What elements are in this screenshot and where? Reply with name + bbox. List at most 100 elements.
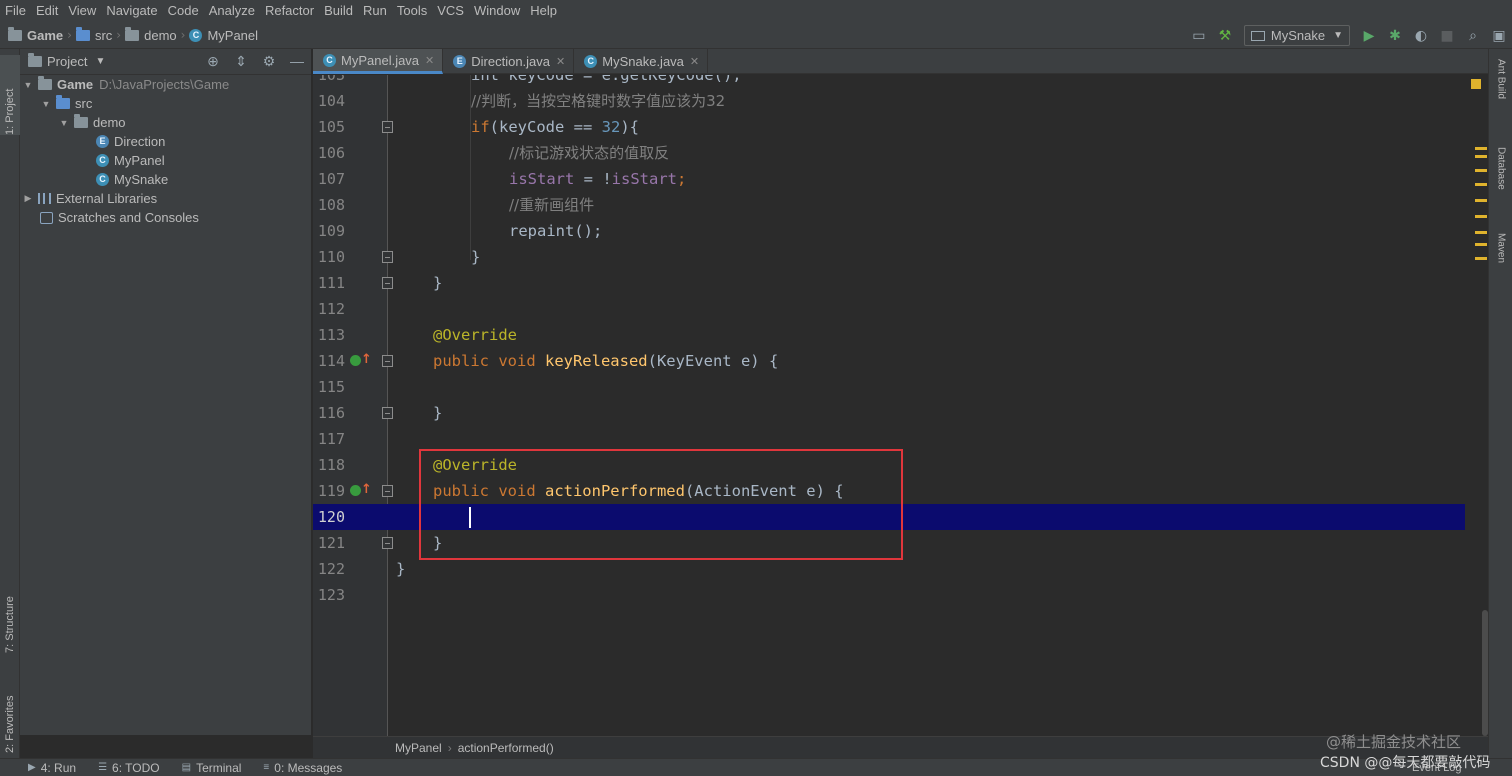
tool-tab-terminal[interactable]: ▤ Terminal — [182, 761, 242, 775]
tree-item-direction[interactable]: E Direction — [20, 132, 165, 151]
menu-tools[interactable]: Tools — [392, 0, 432, 22]
warning-mark[interactable] — [1475, 243, 1487, 246]
code-line[interactable]: 116 } — [313, 400, 1488, 426]
tree-item-external-libraries[interactable]: ▶ External Libraries — [20, 189, 158, 208]
code-line[interactable]: 105 if(keyCode == 32){ — [313, 114, 1488, 140]
code-line[interactable]: 115 — [313, 374, 1488, 400]
menu-file[interactable]: File — [0, 0, 31, 22]
tool-tab-favorites[interactable]: 2: Favorites — [0, 669, 20, 753]
code-line[interactable]: 114 ↑ public void keyReleased(KeyEvent e… — [313, 348, 1488, 374]
search-icon[interactable]: ⌕ — [1460, 22, 1486, 49]
tool-tab-database[interactable]: Database — [1491, 147, 1511, 211]
debug-icon[interactable]: ✱ — [1382, 22, 1408, 49]
tree-item-src[interactable]: ▼ src — [20, 94, 92, 113]
tool-tab-run[interactable]: ▶ 4: Run — [28, 761, 76, 775]
expand-arrow-icon[interactable]: ▼ — [58, 118, 70, 128]
warning-mark[interactable] — [1475, 199, 1487, 202]
menu-vcs[interactable]: VCS — [432, 0, 469, 22]
fold-marker-icon[interactable] — [382, 355, 393, 367]
collapse-all-icon[interactable]: ⇕ — [227, 53, 255, 70]
implements-method-icon[interactable] — [350, 485, 361, 496]
breadcrumb-src[interactable]: src — [75, 26, 112, 43]
tab-mysnake[interactable]: C MySnake.java ✕ — [574, 49, 709, 74]
fold-marker-icon[interactable] — [382, 277, 393, 289]
breadcrumb-mypanel[interactable]: C MyPanel — [189, 28, 258, 43]
code-line[interactable]: 111 } — [313, 270, 1488, 296]
warning-mark[interactable] — [1475, 215, 1487, 218]
run-icon[interactable]: ▶ — [1356, 22, 1382, 49]
chevron-down-icon[interactable]: ▼ — [95, 56, 105, 67]
tab-mypanel[interactable]: C MyPanel.java ✕ — [313, 49, 444, 74]
code-line[interactable]: 110 } — [313, 244, 1488, 270]
code-line[interactable]: 107 isStart = !isStart; — [313, 166, 1488, 192]
hide-icon[interactable]: — — [283, 53, 311, 70]
menu-help[interactable]: Help — [525, 0, 562, 22]
code-line[interactable]: 113 @Override — [313, 322, 1488, 348]
fold-marker-icon[interactable] — [382, 121, 393, 133]
code-line[interactable]: 108 //重新画组件 — [313, 192, 1488, 218]
menu-view[interactable]: View — [63, 0, 101, 22]
tool-tab-ant-build[interactable]: Ant Build — [1491, 59, 1511, 123]
breadcrumb-method[interactable]: actionPerformed() — [458, 741, 554, 755]
warning-mark[interactable] — [1475, 257, 1487, 260]
code-line[interactable]: 103 int keyCode = e.getKeyCode(); — [313, 75, 1488, 88]
menu-navigate[interactable]: Navigate — [101, 0, 162, 22]
tool-tab-project[interactable]: 1: Project — [0, 55, 20, 135]
fold-marker-icon[interactable] — [382, 537, 393, 549]
tree-item-game[interactable]: ▼ Game D:\JavaProjects\Game — [20, 75, 229, 94]
implements-method-icon[interactable] — [350, 355, 361, 366]
menu-refactor[interactable]: Refactor — [260, 0, 319, 22]
close-icon[interactable]: ✕ — [556, 55, 565, 68]
tool-tab-messages[interactable]: ≡ 0: Messages — [263, 761, 342, 775]
coverage-icon[interactable]: ◐ — [1408, 22, 1434, 49]
warning-mark[interactable] — [1475, 147, 1487, 150]
warning-mark[interactable] — [1475, 155, 1487, 158]
locate-icon[interactable]: ⊕ — [199, 53, 227, 70]
line-number: 116 — [317, 404, 345, 422]
warning-mark[interactable] — [1475, 231, 1487, 234]
tool-tab-structure[interactable]: 7: Structure — [0, 569, 20, 653]
fold-marker-icon[interactable] — [382, 407, 393, 419]
tool-tab-maven[interactable]: Maven — [1491, 233, 1511, 283]
gear-icon[interactable]: ⚙ — [255, 53, 283, 70]
code-editor[interactable]: 103 int keyCode = e.getKeyCode(); 104 //… — [313, 75, 1488, 736]
stop-icon[interactable]: ■ — [1434, 22, 1460, 49]
code-line[interactable]: 109 repaint(); — [313, 218, 1488, 244]
warning-mark[interactable] — [1475, 183, 1487, 186]
menu-analyze[interactable]: Analyze — [204, 0, 260, 22]
project-view-select[interactable]: Project — [47, 54, 87, 69]
warning-status-icon[interactable] — [1471, 79, 1481, 89]
tree-item-demo[interactable]: ▼ demo — [20, 113, 126, 132]
tool-tab-todo[interactable]: ☰ 6: TODO — [98, 761, 160, 775]
fold-marker-icon[interactable] — [382, 251, 393, 263]
code-text: int keyCode = e.getKeyCode(); — [471, 75, 742, 84]
breadcrumb-demo[interactable]: demo — [125, 26, 177, 43]
warning-mark[interactable] — [1475, 169, 1487, 172]
tree-item-mypanel[interactable]: C MyPanel — [20, 151, 165, 170]
breadcrumb-game[interactable]: Game — [8, 26, 63, 43]
menu-code[interactable]: Code — [163, 0, 204, 22]
tab-direction[interactable]: E Direction.java ✕ — [443, 49, 575, 74]
run-anything-icon[interactable]: ▭ — [1186, 22, 1212, 49]
expand-arrow-icon[interactable]: ▶ — [22, 193, 34, 204]
tool-tab-label: 0: Messages — [274, 760, 343, 775]
build-hammer-icon[interactable]: ⚒ — [1212, 22, 1238, 49]
menu-window[interactable]: Window — [469, 0, 525, 22]
menu-build[interactable]: Build — [319, 0, 358, 22]
close-icon[interactable]: ✕ — [690, 55, 699, 68]
code-line[interactable]: 112 — [313, 296, 1488, 322]
expand-arrow-icon[interactable]: ▼ — [22, 80, 34, 90]
run-configuration-select[interactable]: MySnake ▼ — [1243, 25, 1350, 46]
code-line[interactable]: 123 — [313, 582, 1488, 608]
tree-item-mysnake[interactable]: C MySnake — [20, 170, 168, 189]
code-line[interactable]: 104 //判断，当按空格键时数字值应该为32 — [313, 88, 1488, 114]
menu-run[interactable]: Run — [358, 0, 392, 22]
fold-marker-icon[interactable] — [382, 485, 393, 497]
breadcrumb-class[interactable]: MyPanel — [395, 741, 442, 755]
project-structure-icon[interactable]: ▣ — [1486, 22, 1512, 49]
code-line[interactable]: 106 //标记游戏状态的值取反 — [313, 140, 1488, 166]
menu-edit[interactable]: Edit — [31, 0, 63, 22]
close-icon[interactable]: ✕ — [425, 54, 434, 67]
tree-item-scratches[interactable]: Scratches and Consoles — [20, 208, 199, 227]
expand-arrow-icon[interactable]: ▼ — [40, 99, 52, 109]
